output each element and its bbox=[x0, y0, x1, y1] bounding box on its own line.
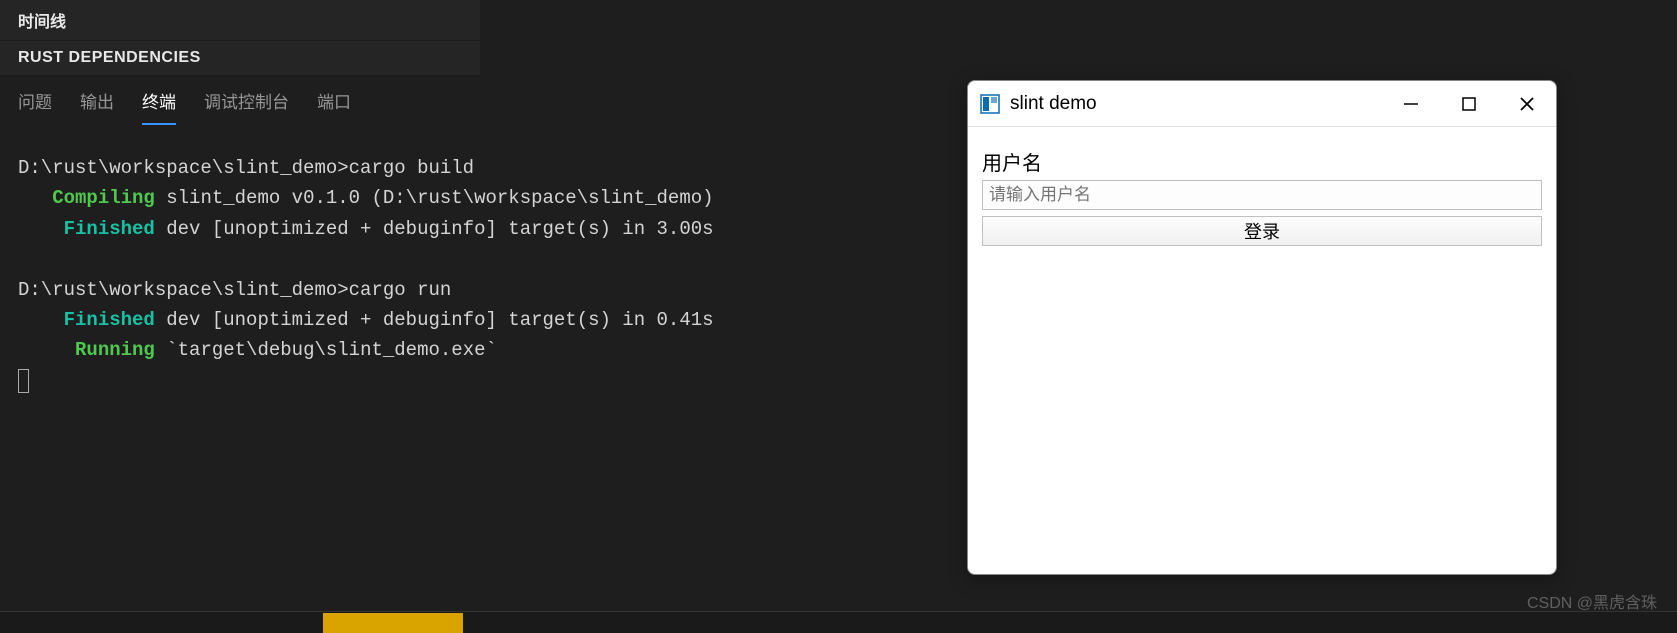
tab-debug-console[interactable]: 调试控制台 bbox=[204, 88, 289, 125]
window-body: 用户名 登录 bbox=[968, 127, 1556, 266]
sidebar-section-rust-dependencies[interactable]: RUST DEPENDENCIES bbox=[0, 41, 480, 75]
status-bar-warning-segment[interactable] bbox=[323, 613, 463, 633]
terminal-text: dev [unoptimized + debuginfo] target(s) … bbox=[155, 309, 714, 331]
terminal-prompt: D:\rust\workspace\slint_demo> bbox=[18, 279, 349, 301]
username-label: 用户名 bbox=[982, 147, 1542, 176]
watermark: CSDN @黑虎含珠 bbox=[1527, 589, 1657, 613]
window-controls bbox=[1402, 95, 1544, 113]
terminal-cursor bbox=[18, 369, 29, 393]
maximize-button[interactable] bbox=[1460, 95, 1478, 113]
tab-output[interactable]: 输出 bbox=[80, 88, 114, 125]
app-window-slint-demo: slint demo 用户名 登录 bbox=[967, 80, 1557, 575]
terminal-status-finished: Finished bbox=[64, 309, 155, 331]
terminal-text: dev [unoptimized + debuginfo] target(s) … bbox=[155, 218, 714, 240]
tab-problems[interactable]: 问题 bbox=[18, 88, 52, 125]
terminal-command: cargo build bbox=[349, 157, 474, 179]
terminal-text: slint_demo v0.1.0 (D:\rust\workspace\sli… bbox=[155, 187, 714, 209]
minimize-button[interactable] bbox=[1402, 95, 1420, 113]
tab-terminal[interactable]: 终端 bbox=[142, 88, 176, 125]
terminal-status-compiling: Compiling bbox=[52, 187, 155, 209]
app-icon bbox=[980, 94, 1000, 114]
tab-ports[interactable]: 端口 bbox=[317, 88, 351, 125]
sidebar-sections: 时间线 RUST DEPENDENCIES bbox=[0, 0, 480, 76]
window-title: slint demo bbox=[1010, 93, 1402, 115]
login-button[interactable]: 登录 bbox=[982, 216, 1542, 246]
terminal-command: cargo run bbox=[349, 279, 452, 301]
terminal-prompt: D:\rust\workspace\slint_demo> bbox=[18, 157, 349, 179]
sidebar-section-timeline[interactable]: 时间线 bbox=[0, 0, 480, 40]
username-input[interactable] bbox=[982, 180, 1542, 210]
terminal-text: `target\debug\slint_demo.exe` bbox=[155, 339, 497, 361]
close-button[interactable] bbox=[1518, 95, 1536, 113]
terminal-status-finished: Finished bbox=[64, 218, 155, 240]
terminal-status-running: Running bbox=[75, 339, 155, 361]
titlebar[interactable]: slint demo bbox=[968, 81, 1556, 127]
status-bar bbox=[0, 611, 1677, 633]
